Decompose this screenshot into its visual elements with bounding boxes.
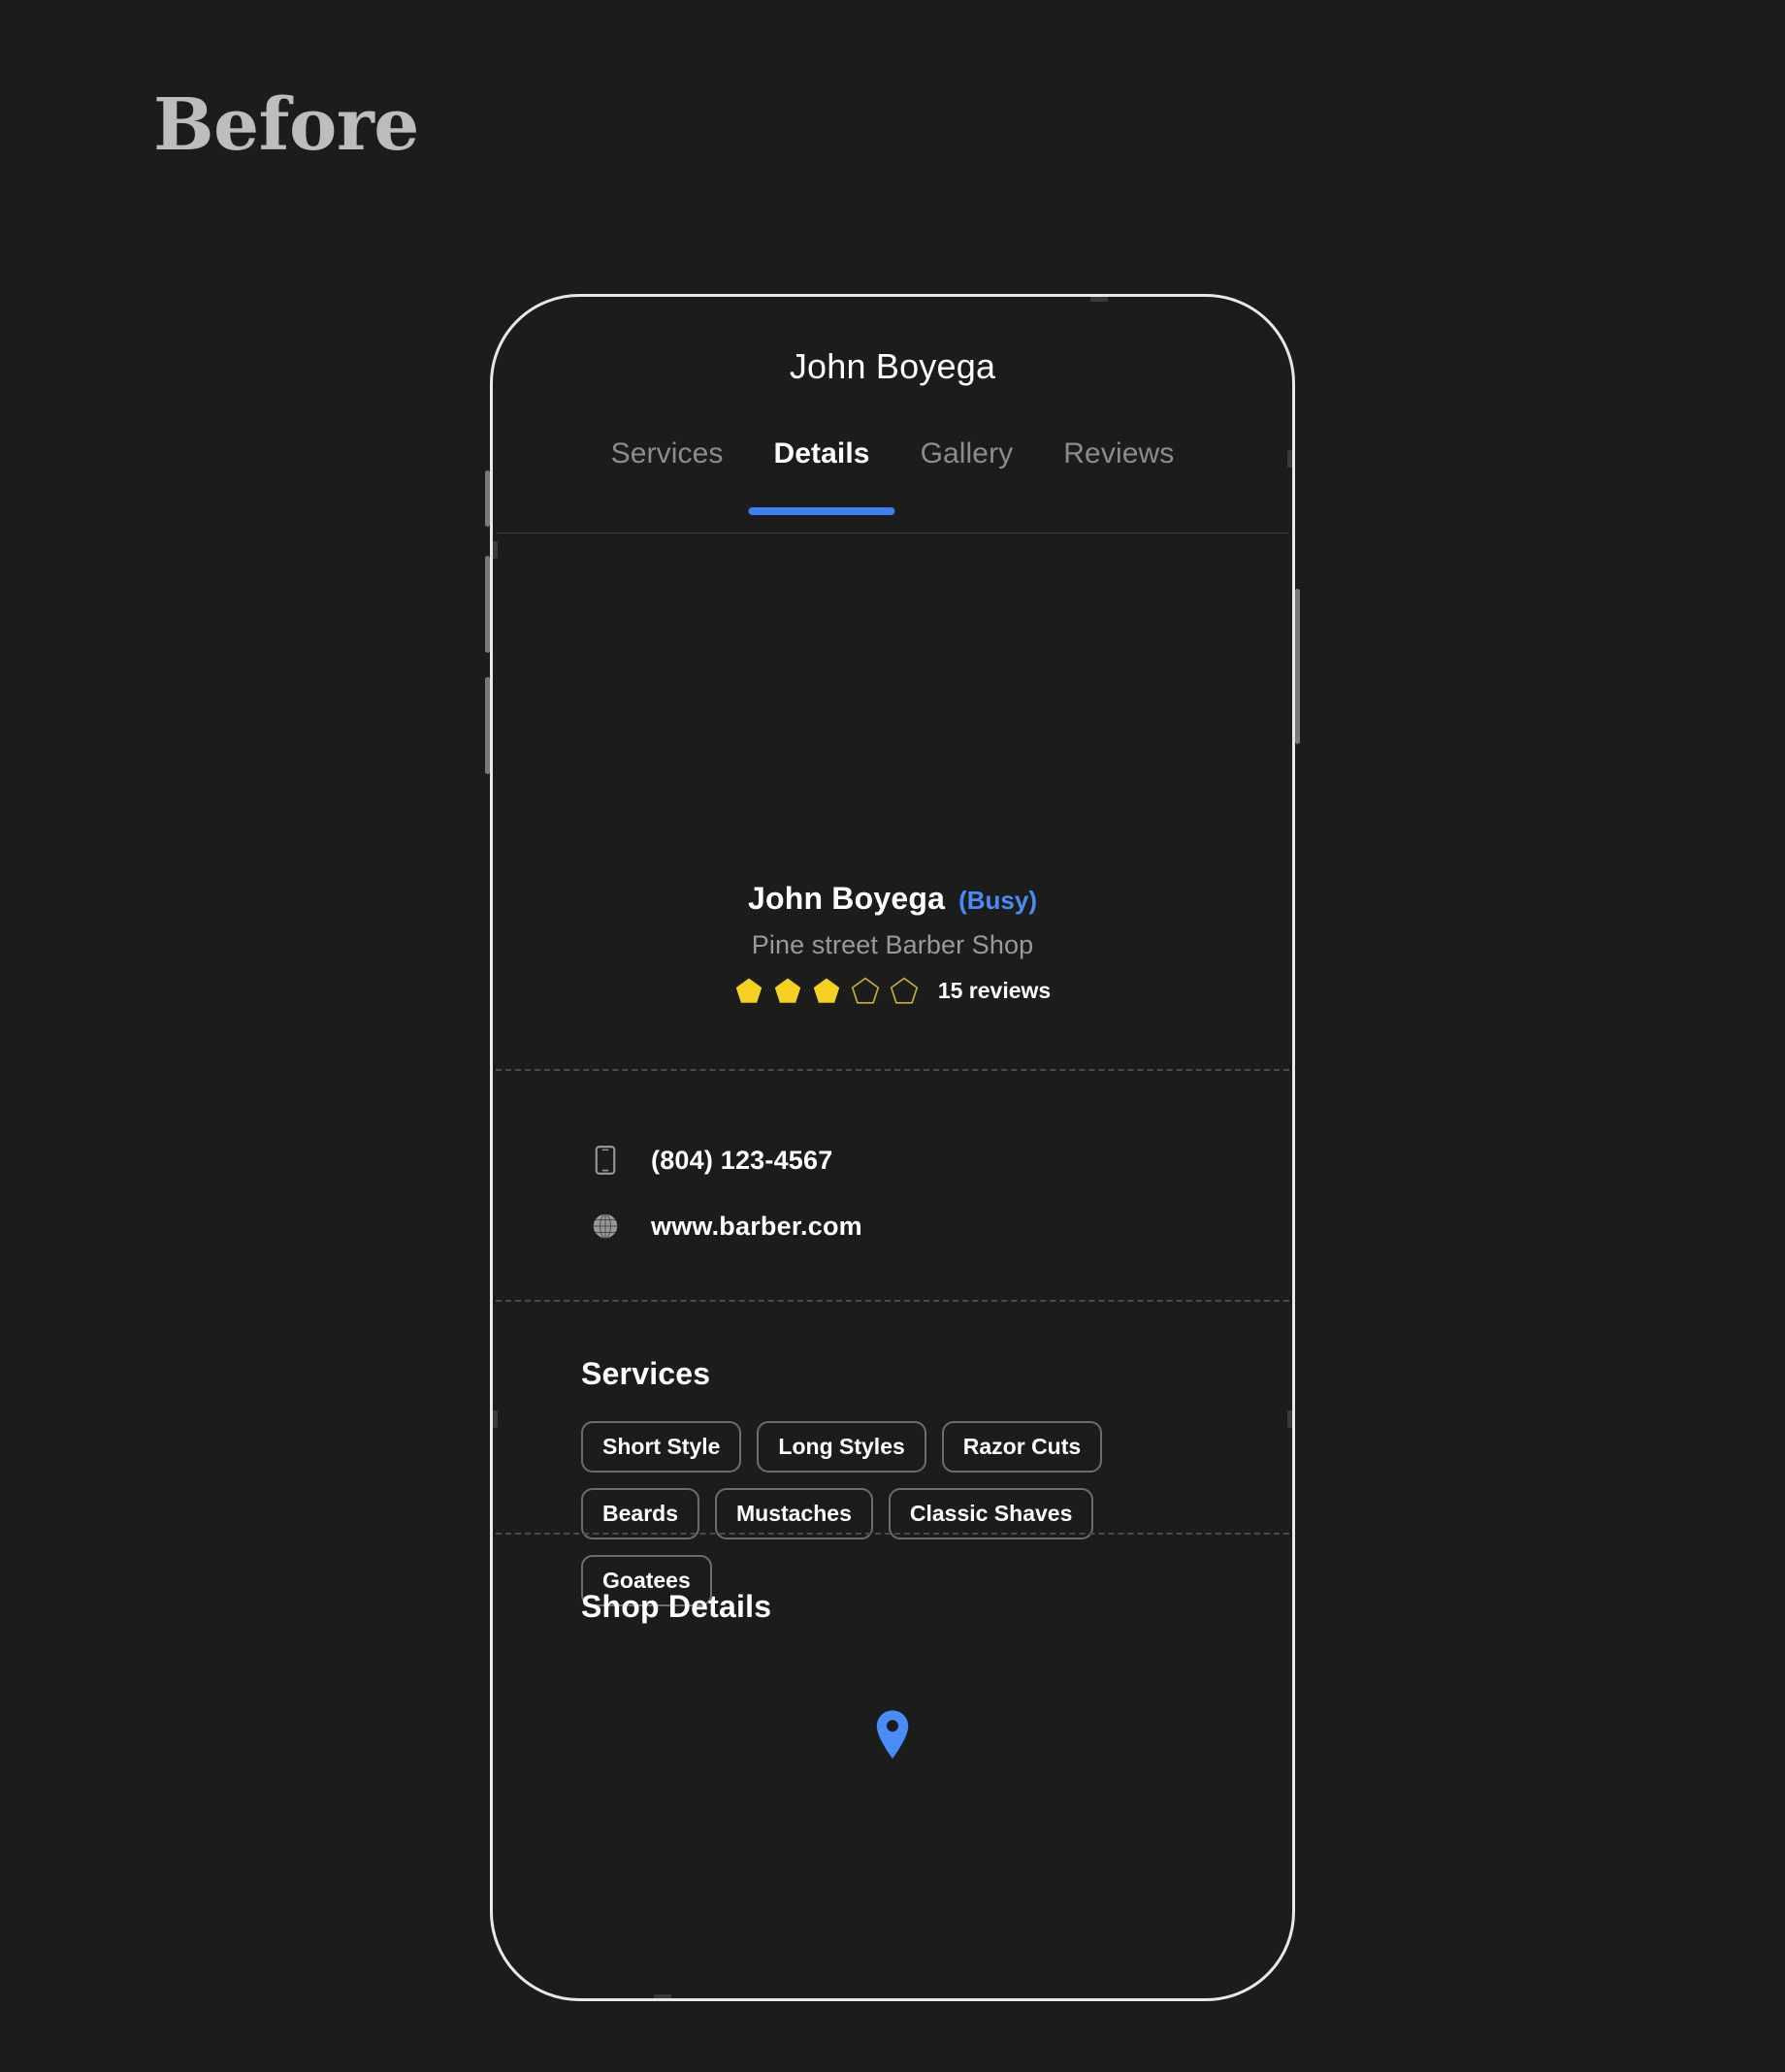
phone-screen: John Boyega Services Details Gallery Rev… (496, 300, 1289, 1995)
divider-services (496, 1533, 1289, 1535)
phone-frame: John Boyega Services Details Gallery Rev… (490, 294, 1295, 2001)
divider-profile (496, 1069, 1289, 1071)
rating-pentagon-empty-5 (890, 977, 919, 1004)
tab-details[interactable]: Details (748, 437, 894, 470)
status-badge: (Busy) (958, 886, 1038, 915)
page-title: John Boyega (789, 346, 996, 386)
power-button[interactable] (1295, 589, 1300, 744)
phone-number: (804) 123-4567 (651, 1145, 833, 1175)
rating-pentagon-filled-2 (774, 978, 801, 1003)
service-chip-long-styles[interactable]: Long Styles (757, 1421, 926, 1473)
rating-pentagon-empty-4 (851, 977, 880, 1004)
shop-details-section: Shop Details (581, 1589, 771, 1625)
tab-reviews[interactable]: Reviews (1038, 437, 1199, 470)
profile-name: John Boyega (747, 881, 946, 916)
service-chip-list: Short Style Long Styles Razor Cuts Beard… (581, 1421, 1163, 1606)
shop-name: Pine street Barber Shop (751, 930, 1034, 959)
before-caption: Before (153, 83, 419, 167)
shop-details-title: Shop Details (581, 1589, 772, 1624)
profile-name-row: John Boyega (Busy) (496, 881, 1289, 917)
rating-pentagon-filled-3 (813, 978, 840, 1003)
services-section: Services Short Style Long Styles Razor C… (581, 1356, 1235, 1606)
website-url: www.barber.com (651, 1211, 862, 1241)
profile-header: John Boyega (Busy) Pine street Barber Sh… (496, 881, 1289, 1005)
phone-mockup: John Boyega Services Details Gallery Rev… (485, 294, 1300, 2001)
service-chip-razor-cuts[interactable]: Razor Cuts (941, 1421, 1103, 1473)
contact-row-phone[interactable]: (804) 123-4567 (591, 1127, 1231, 1193)
contact-row-website[interactable]: www.barber.com (591, 1193, 1231, 1259)
rating-pentagon-filled-1 (735, 978, 763, 1003)
tab-services[interactable]: Services (586, 437, 749, 470)
contact-list: (804) 123-4567 www.barber.com (591, 1127, 1231, 1259)
reviews-count: 15 reviews (937, 977, 1052, 1003)
screenshot-canvas: Before John Boyega Services Details Gall… (0, 0, 1785, 2072)
rating-row: 15 reviews (496, 976, 1289, 1005)
mobile-phone-icon (591, 1146, 620, 1175)
tab-bar: Services Details Gallery Reviews (496, 437, 1289, 523)
map-pin-icon[interactable] (874, 1709, 911, 1764)
frame-nub-top (1090, 297, 1108, 302)
frame-nub-left-upper (493, 541, 498, 559)
tab-gallery[interactable]: Gallery (895, 437, 1039, 470)
frame-nub-bottom (654, 1994, 671, 1998)
divider-contact (496, 1300, 1289, 1302)
frame-nub-right-lower (1287, 1410, 1292, 1428)
service-chip-short-style[interactable]: Short Style (581, 1421, 742, 1473)
details-panel: John Boyega (Busy) Pine street Barber Sh… (496, 534, 1289, 1995)
frame-nub-left-lower (493, 1410, 498, 1428)
services-title: Services (581, 1356, 711, 1391)
globe-icon (591, 1213, 620, 1240)
frame-nub-right-upper (1287, 450, 1292, 468)
